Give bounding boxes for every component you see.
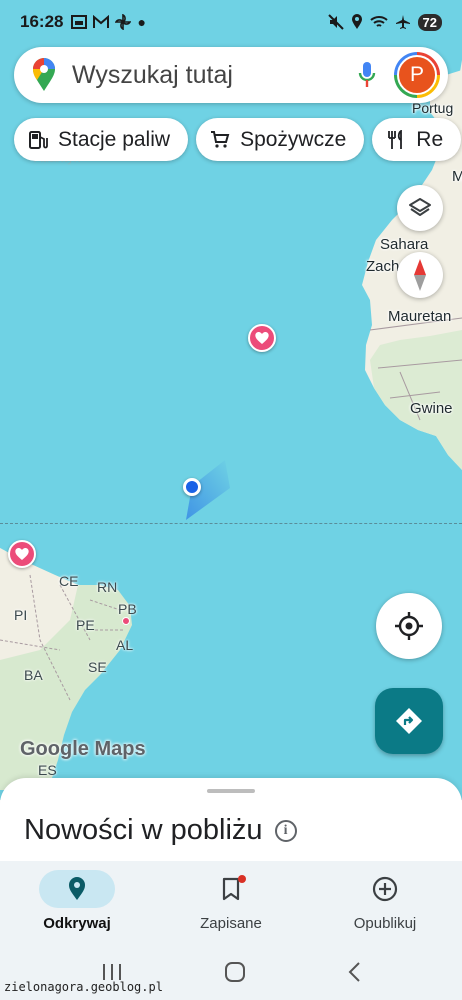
crosshair-icon [395, 612, 423, 640]
saved-heart-pin[interactable] [8, 540, 36, 568]
mute-icon [327, 14, 344, 30]
restaurant-icon [388, 129, 403, 149]
maps-logo-icon [33, 58, 55, 91]
pinwheel-icon [115, 14, 132, 30]
nav-pill [193, 870, 269, 908]
notification-dot [238, 875, 246, 883]
label-sahara-line1: Sahara [380, 236, 429, 253]
chip-label: Stacje paliw [58, 127, 171, 151]
chip-restaurants[interactable]: Re [372, 118, 462, 161]
heading-beam [186, 460, 230, 520]
add-circle-icon [372, 876, 398, 902]
airplane-icon [395, 15, 410, 29]
label-mauritania: Mauretan [388, 308, 452, 325]
explore-pin-icon [69, 877, 85, 900]
status-time: 16:28 [20, 12, 64, 31]
state-label: SE [88, 659, 107, 675]
microphone-icon[interactable] [358, 61, 376, 89]
state-label: AL [116, 637, 134, 653]
nav-label: Odkrywaj [43, 915, 111, 932]
state-label: PI [14, 607, 28, 623]
state-label: ES [38, 762, 57, 778]
state-label: CE [59, 573, 79, 589]
category-chips: Stacje paliw Spożywcze Re [14, 118, 462, 162]
sheet-drag-handle[interactable] [207, 789, 255, 793]
layers-icon [409, 198, 431, 216]
state-label: RN [97, 579, 118, 595]
nav-saved[interactable]: Zapisane [154, 861, 308, 943]
status-bar: 16:28 ● 72 [0, 0, 462, 44]
shopping-cart-icon [211, 130, 230, 148]
battery-indicator: 72 [417, 13, 442, 31]
dot-icon: ● [137, 14, 146, 30]
bookmark-icon [222, 877, 240, 901]
my-location-button[interactable] [376, 593, 442, 659]
gas-station-icon [29, 130, 48, 149]
sheet-title: Nowości w pobliżu i [24, 814, 297, 847]
current-location-dot [183, 478, 201, 496]
nav-contribute[interactable]: Opublikuj [308, 861, 462, 943]
home-icon[interactable] [224, 961, 246, 983]
equator-line [0, 523, 462, 524]
location-icon [351, 14, 362, 29]
nav-pill [347, 870, 423, 908]
nav-pill [39, 870, 115, 908]
compass-icon [414, 259, 426, 291]
directions-icon [396, 708, 422, 734]
recent-apps-icon[interactable] [101, 962, 123, 982]
chip-label: Spożywcze [240, 127, 347, 151]
layers-button[interactable] [397, 185, 443, 231]
label-top-right: M [452, 168, 462, 185]
directions-button[interactable] [375, 688, 443, 754]
info-icon[interactable]: i [274, 819, 297, 842]
map-attribution: Google Maps [20, 738, 146, 760]
heart-icon [15, 548, 29, 560]
state-label: PE [76, 617, 95, 633]
nav-explore[interactable]: Odkrywaj [0, 861, 154, 943]
saved-heart-pin[interactable] [248, 324, 276, 352]
nav-label: Zapisane [200, 915, 262, 932]
bottom-navigation: Odkrywaj Zapisane Opublikuj [0, 861, 462, 943]
state-label: BA [24, 667, 43, 683]
state-label: PB [118, 601, 137, 617]
chip-groceries[interactable]: Spożywcze [196, 118, 365, 161]
calendar-icon [71, 15, 88, 29]
search-bar[interactable]: Wyszukaj tutaj P [14, 47, 448, 103]
sheet-title-text: Nowości w pobliżu [24, 814, 263, 846]
chip-gas-stations[interactable]: Stacje paliw [14, 118, 189, 161]
avatar-letter: P [397, 55, 437, 95]
chip-label: Re [416, 127, 444, 151]
label-guinea: Gwine [410, 400, 453, 417]
wifi-icon [369, 16, 388, 27]
gmail-icon [93, 15, 110, 28]
back-icon[interactable] [347, 961, 361, 983]
watermark: zielonagora.geoblog.pl [4, 980, 163, 994]
account-avatar[interactable]: P [394, 52, 440, 98]
place-pin[interactable] [122, 617, 130, 625]
bottom-sheet[interactable]: Nowości w pobliżu i [0, 778, 462, 868]
search-input[interactable]: Wyszukaj tutaj [72, 61, 358, 90]
nav-label: Opublikuj [353, 915, 417, 932]
compass-button[interactable] [397, 252, 443, 298]
heart-icon [255, 332, 269, 344]
